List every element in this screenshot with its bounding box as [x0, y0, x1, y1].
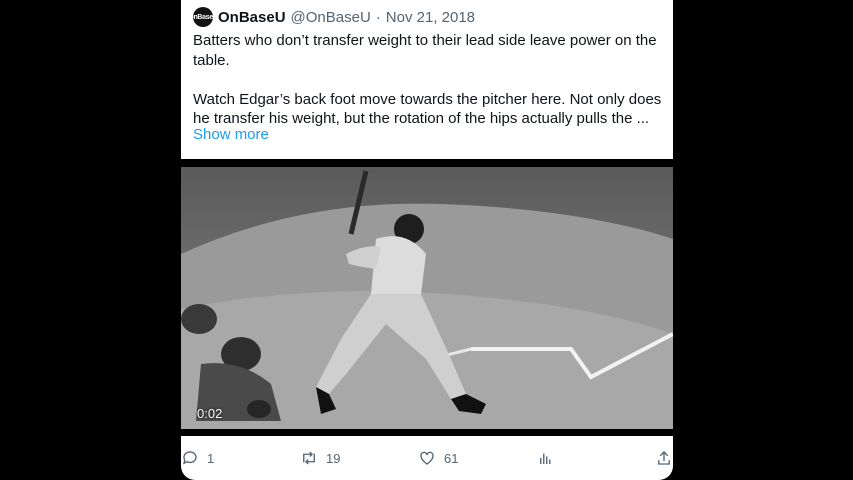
action-bar: 1 19 61: [181, 449, 673, 471]
like-icon: [420, 451, 434, 465]
tweet-paragraph-1: Batters who don’t transfer weight to the…: [193, 32, 657, 69]
like-button[interactable]: 61: [418, 449, 458, 467]
avatar[interactable]: OnBaseU: [188, 7, 218, 27]
retweet-icon: [303, 451, 315, 465]
video-player[interactable]: 0:02: [181, 159, 673, 436]
display-name[interactable]: OnBaseU: [218, 9, 286, 26]
tweet-card[interactable]: OnBaseU OnBaseU @OnBaseU · Nov 21, 2018 …: [181, 0, 673, 480]
share-button[interactable]: [655, 449, 673, 467]
analytics-button[interactable]: [537, 449, 563, 467]
tweet-text: Batters who don’t transfer weight to the…: [193, 31, 663, 129]
like-count: 61: [444, 450, 459, 466]
analytics-icon: [540, 453, 551, 464]
show-more-link[interactable]: Show more: [193, 126, 269, 143]
tweet-date[interactable]: Nov 21, 2018: [386, 9, 475, 26]
share-icon: [658, 451, 670, 465]
reply-count: 1: [207, 450, 215, 466]
retweet-count: 19: [326, 450, 341, 466]
reply-button[interactable]: 1: [181, 449, 214, 467]
retweet-button[interactable]: 19: [300, 449, 340, 467]
user-handle[interactable]: @OnBaseU: [291, 9, 371, 26]
separator-dot: ·: [375, 8, 381, 26]
video-timestamp: 0:02: [197, 406, 223, 421]
reply-icon: [182, 451, 197, 465]
tweet-paragraph-2: Watch Edgar’s back foot move towards the…: [193, 90, 662, 128]
video-frame: [181, 159, 673, 429]
tweet-header: OnBaseU OnBaseU @OnBaseU · Nov 21, 2018: [188, 7, 475, 27]
